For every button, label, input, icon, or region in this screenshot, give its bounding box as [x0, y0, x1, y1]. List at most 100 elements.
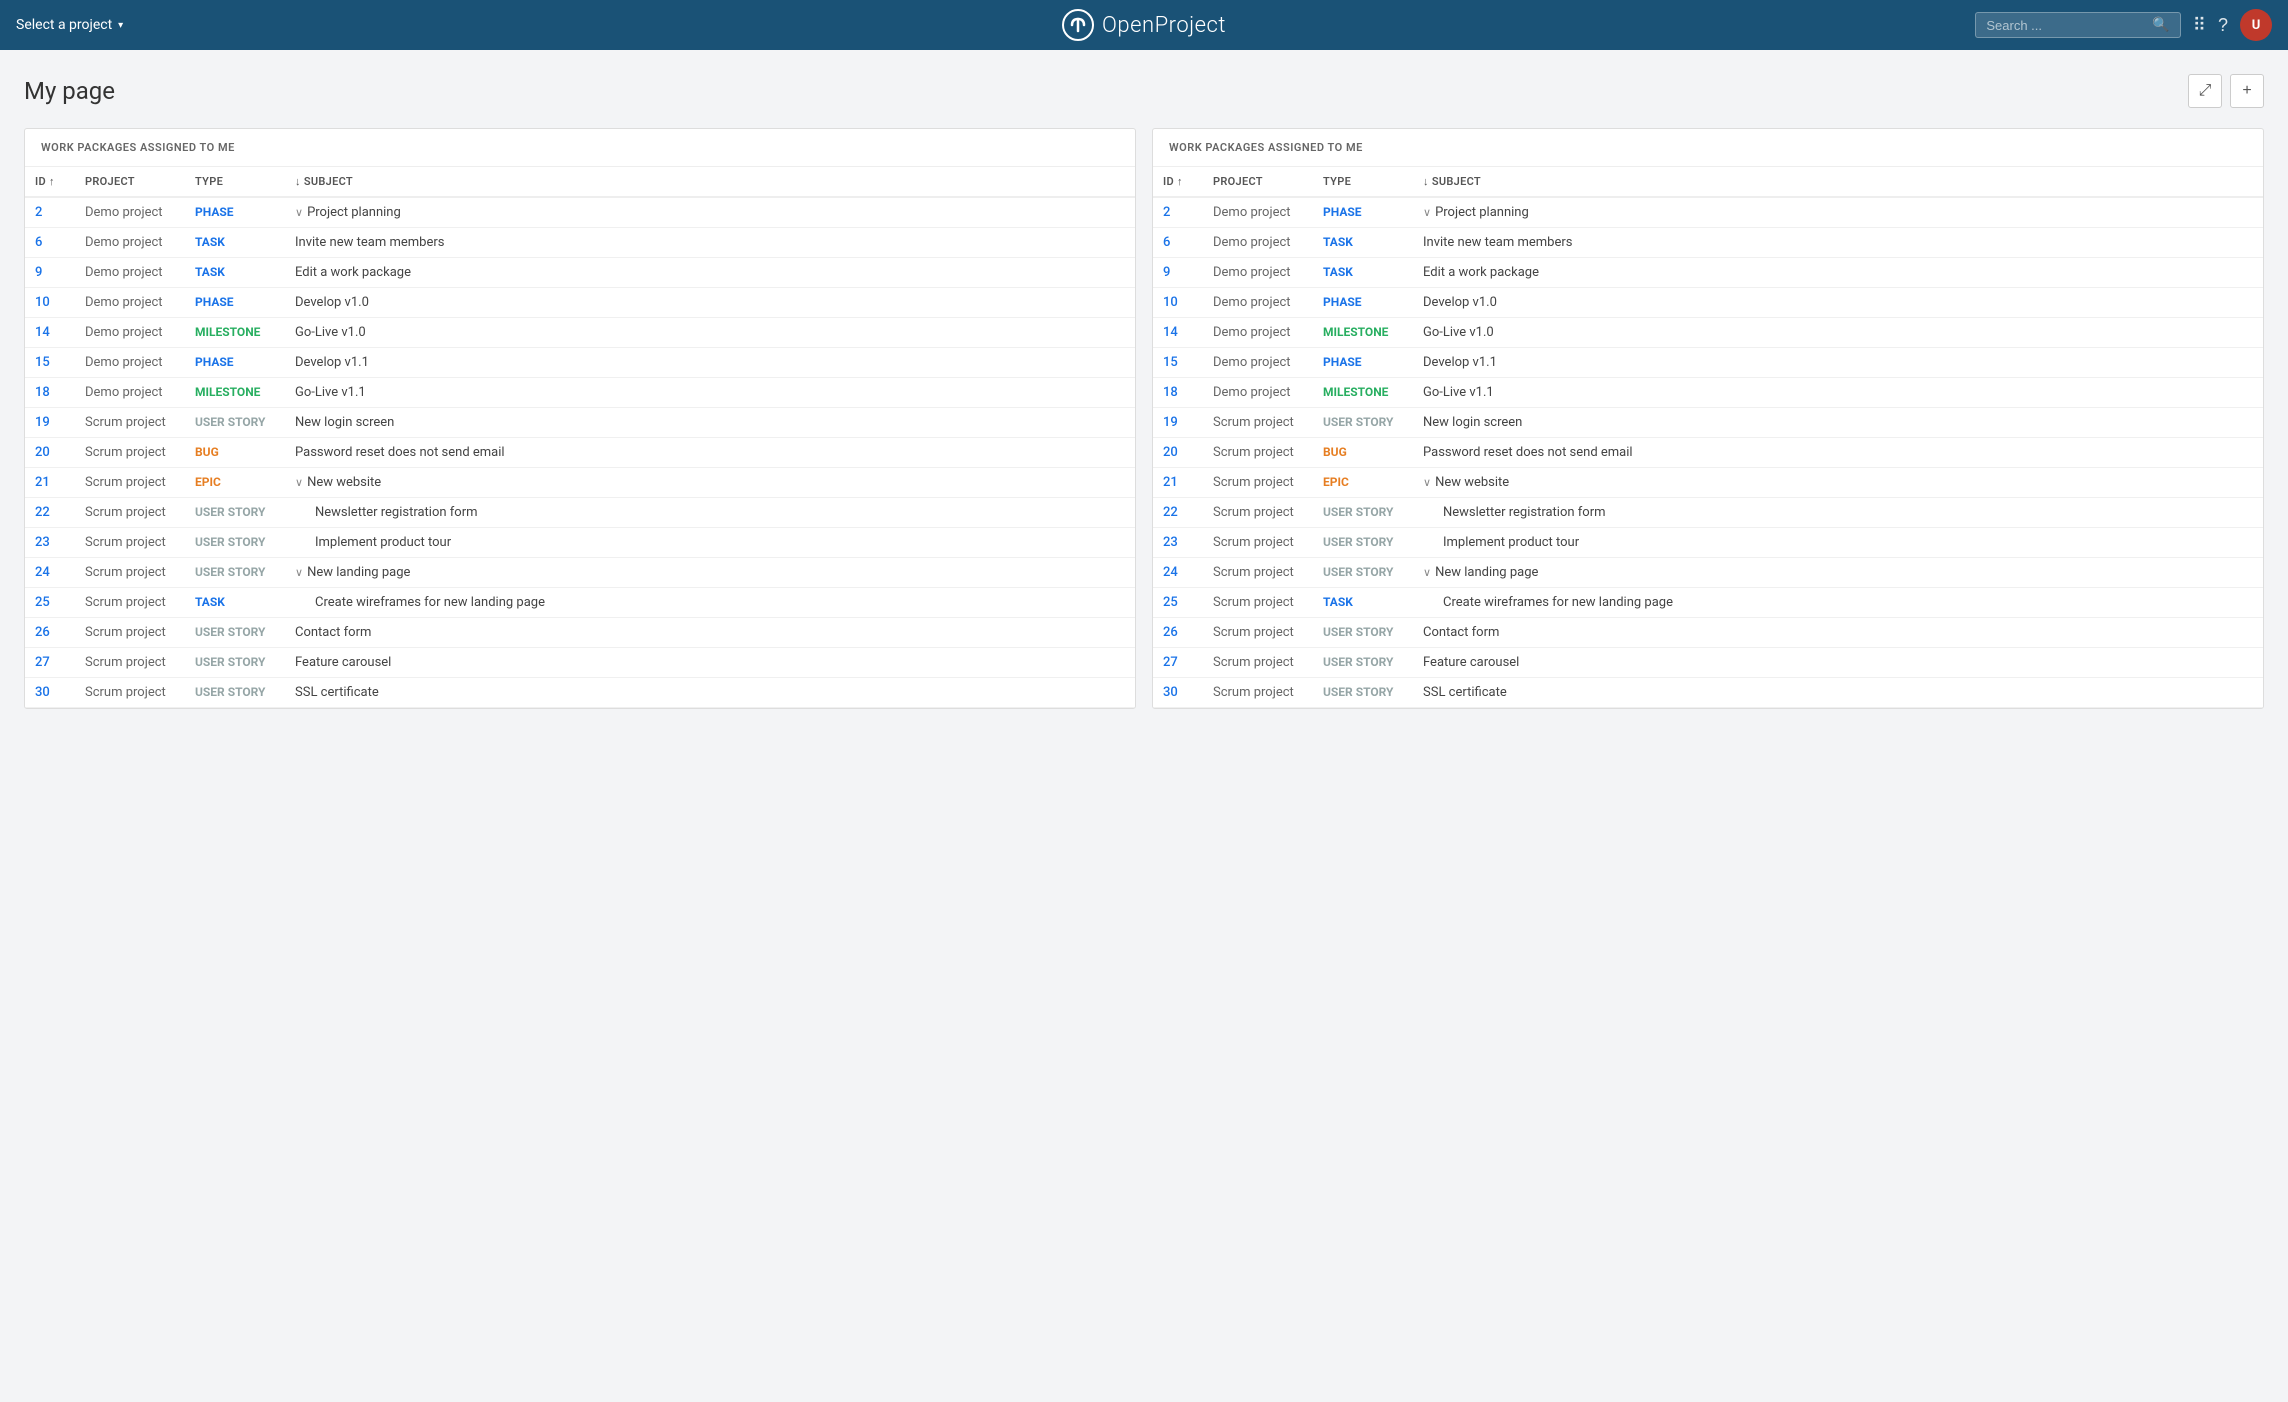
id-link-0-8[interactable]: 20	[35, 445, 50, 460]
id-link-0-5[interactable]: 15	[35, 355, 50, 370]
search-input[interactable]	[1986, 18, 2146, 33]
cell-type-1-1: TASK	[1313, 228, 1413, 258]
table-row: 15Demo projectPHASEDevelop v1.1	[25, 348, 1135, 378]
cell-subject-1-15: Feature carousel	[1413, 648, 2263, 678]
cell-subject-1-2: Edit a work package	[1413, 258, 2263, 288]
th-subject-panel-0[interactable]: ↓ SUBJECT	[285, 167, 1135, 197]
cell-type-1-14: USER STORY	[1313, 618, 1413, 648]
cell-type-0-4: MILESTONE	[185, 318, 285, 348]
id-link-0-14[interactable]: 26	[35, 625, 50, 640]
subject-text: Go-Live v1.1	[1423, 385, 1494, 400]
id-link-0-10[interactable]: 22	[35, 505, 50, 520]
cell-type-0-14: USER STORY	[185, 618, 285, 648]
page-title: My page	[24, 77, 115, 105]
wp-table-1: ID ↑PROJECTTYPE↓ SUBJECT2Demo projectPHA…	[1153, 167, 2263, 708]
id-link-1-0[interactable]: 2	[1163, 205, 1170, 220]
id-link-1-15[interactable]: 27	[1163, 655, 1178, 670]
subject-text: Go-Live v1.0	[1423, 325, 1494, 340]
table-row: 22Scrum projectUSER STORYNewsletter regi…	[25, 498, 1135, 528]
id-link-1-1[interactable]: 6	[1163, 235, 1170, 250]
subject-text: New login screen	[295, 415, 394, 430]
table-row: 18Demo projectMILESTONEGo-Live v1.1	[25, 378, 1135, 408]
th-project-panel-0[interactable]: PROJECT	[75, 167, 185, 197]
project-text-0-1: Demo project	[85, 235, 163, 250]
id-link-1-6[interactable]: 18	[1163, 385, 1178, 400]
id-link-1-2[interactable]: 9	[1163, 265, 1170, 280]
th-project-panel-1[interactable]: PROJECT	[1203, 167, 1313, 197]
cell-subject-0-10: Newsletter registration form	[285, 498, 1135, 528]
cell-id-1-10: 22	[1153, 498, 1203, 528]
cell-subject-1-14: Contact form	[1413, 618, 2263, 648]
id-link-0-6[interactable]: 18	[35, 385, 50, 400]
expand-button[interactable]: ⤢	[2188, 74, 2222, 108]
cell-subject-0-8: Password reset does not send email	[285, 438, 1135, 468]
th-type-panel-0[interactable]: TYPE	[185, 167, 285, 197]
cell-type-1-3: PHASE	[1313, 288, 1413, 318]
chevron-icon: ∨	[295, 206, 303, 219]
id-link-1-3[interactable]: 10	[1163, 295, 1178, 310]
search-box[interactable]: 🔍	[1975, 12, 2180, 38]
id-link-0-16[interactable]: 30	[35, 685, 50, 700]
id-link-0-9[interactable]: 21	[35, 475, 50, 490]
id-link-0-13[interactable]: 25	[35, 595, 50, 610]
cell-project-0-8: Scrum project	[75, 438, 185, 468]
type-badge-0-3: PHASE	[195, 295, 234, 309]
cell-id-0-9: 21	[25, 468, 75, 498]
id-link-1-16[interactable]: 30	[1163, 685, 1178, 700]
id-link-0-3[interactable]: 10	[35, 295, 50, 310]
id-link-0-7[interactable]: 19	[35, 415, 50, 430]
id-link-1-8[interactable]: 20	[1163, 445, 1178, 460]
subject-text: New landing page	[1435, 565, 1538, 580]
apps-grid-button[interactable]: ⠿	[2193, 15, 2206, 36]
th-subject-panel-1[interactable]: ↓ SUBJECT	[1413, 167, 2263, 197]
cell-type-0-10: USER STORY	[185, 498, 285, 528]
th-id-panel-0[interactable]: ID ↑	[25, 167, 75, 197]
id-link-0-11[interactable]: 23	[35, 535, 50, 550]
id-link-0-15[interactable]: 27	[35, 655, 50, 670]
id-link-1-12[interactable]: 24	[1163, 565, 1178, 580]
project-text-1-9: Scrum project	[1213, 475, 1294, 490]
avatar[interactable]: U	[2240, 9, 2272, 41]
cell-subject-0-14: Contact form	[285, 618, 1135, 648]
add-widget-button[interactable]: +	[2230, 74, 2264, 108]
id-link-1-13[interactable]: 25	[1163, 595, 1178, 610]
subject-text: SSL certificate	[295, 685, 379, 700]
subject-text: Newsletter registration form	[295, 505, 478, 520]
id-link-1-14[interactable]: 26	[1163, 625, 1178, 640]
subject-text: New website	[1435, 475, 1509, 490]
id-link-1-11[interactable]: 23	[1163, 535, 1178, 550]
id-link-0-1[interactable]: 6	[35, 235, 42, 250]
cell-project-0-14: Scrum project	[75, 618, 185, 648]
cell-id-0-7: 19	[25, 408, 75, 438]
cell-type-1-10: USER STORY	[1313, 498, 1413, 528]
id-link-1-10[interactable]: 22	[1163, 505, 1178, 520]
id-link-0-0[interactable]: 2	[35, 205, 42, 220]
cell-id-0-5: 15	[25, 348, 75, 378]
select-project-button[interactable]: Select a project ▾	[16, 17, 123, 33]
project-text-0-0: Demo project	[85, 205, 163, 220]
cell-subject-0-13: Create wireframes for new landing page	[285, 588, 1135, 618]
id-link-0-2[interactable]: 9	[35, 265, 42, 280]
type-badge-0-14: USER STORY	[195, 625, 266, 639]
logo-area: OpenProject	[1062, 9, 1226, 41]
help-button[interactable]: ?	[2218, 15, 2228, 36]
th-id-panel-1[interactable]: ID ↑	[1153, 167, 1203, 197]
panel-0: WORK PACKAGES ASSIGNED TO MEID ↑PROJECTT…	[24, 128, 1136, 709]
type-badge-0-16: USER STORY	[195, 685, 266, 699]
th-type-panel-1[interactable]: TYPE	[1313, 167, 1413, 197]
type-badge-0-4: MILESTONE	[195, 325, 260, 339]
project-text-0-7: Scrum project	[85, 415, 166, 430]
page-actions: ⤢ +	[2188, 74, 2264, 108]
id-link-1-7[interactable]: 19	[1163, 415, 1178, 430]
id-link-1-9[interactable]: 21	[1163, 475, 1178, 490]
cell-id-0-8: 20	[25, 438, 75, 468]
id-link-0-4[interactable]: 14	[35, 325, 50, 340]
project-text-1-15: Scrum project	[1213, 655, 1294, 670]
id-link-0-12[interactable]: 24	[35, 565, 50, 580]
project-text-1-16: Scrum project	[1213, 685, 1294, 700]
id-link-1-5[interactable]: 15	[1163, 355, 1178, 370]
id-link-1-4[interactable]: 14	[1163, 325, 1178, 340]
table-row: 19Scrum projectUSER STORYNew login scree…	[1153, 408, 2263, 438]
cell-subject-1-9: ∨New website	[1413, 468, 2263, 498]
project-text-0-14: Scrum project	[85, 625, 166, 640]
